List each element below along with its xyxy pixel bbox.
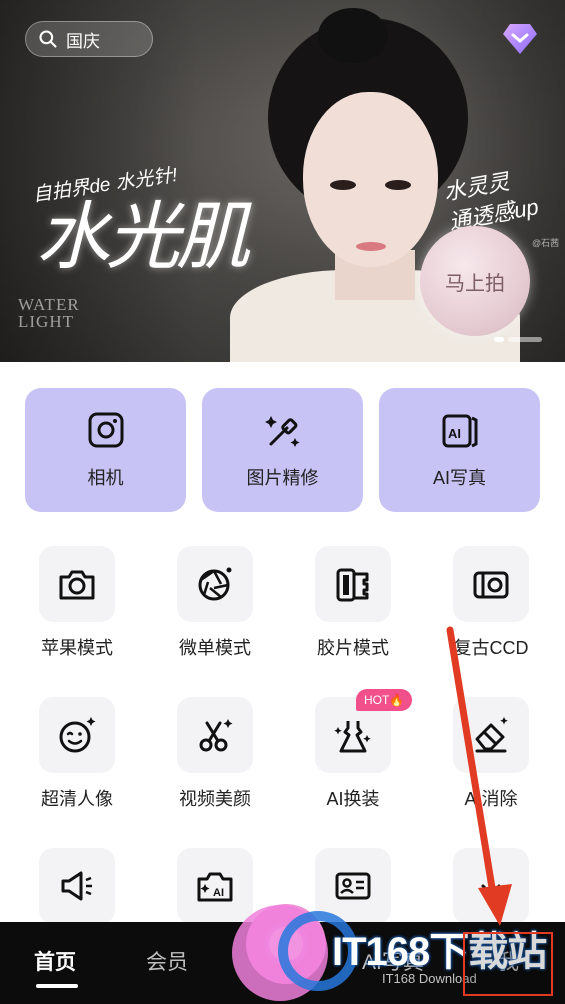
quick-action-label: AI写真 bbox=[432, 468, 486, 488]
tool-ai-outfit[interactable]: AI换装 bbox=[303, 697, 403, 811]
tool-retro-ccd[interactable]: 复古CCD bbox=[441, 546, 541, 660]
tool-tile bbox=[177, 546, 253, 622]
banner-model-eye bbox=[330, 180, 356, 190]
tool-tile bbox=[453, 546, 529, 622]
banner-model-lip bbox=[356, 242, 386, 251]
tool-tile bbox=[315, 546, 391, 622]
quick-action-camera[interactable]: 相机 bbox=[25, 388, 186, 512]
tool-tile: AI bbox=[177, 848, 253, 924]
banner-watermark-text: WATER LIGHT bbox=[18, 296, 80, 330]
carousel-dot bbox=[508, 337, 542, 342]
search-bar[interactable]: 国庆 bbox=[25, 21, 153, 57]
svg-text:AI: AI bbox=[213, 887, 224, 899]
aperture-icon bbox=[198, 567, 232, 601]
tool-video-beauty[interactable]: 视频美颜 bbox=[165, 697, 265, 811]
banner-model-bun bbox=[318, 8, 388, 63]
tool-label: 超清人像 bbox=[41, 789, 113, 809]
carousel-dot-active bbox=[494, 337, 504, 342]
hero-banner[interactable]: 国庆 自拍界de 水光针! 水光肌 WATER LIGHT 水灵灵 通透感up … bbox=[0, 0, 565, 362]
megaphone-icon bbox=[61, 871, 92, 901]
scissors-icon bbox=[199, 719, 233, 752]
camera-icon bbox=[88, 412, 123, 448]
tool-mirrorless-mode[interactable]: 微单模式 bbox=[165, 546, 265, 660]
tool-partial-1[interactable] bbox=[27, 848, 127, 924]
camera-icon bbox=[59, 570, 95, 600]
tool-tile bbox=[177, 697, 253, 773]
eraser-icon bbox=[475, 717, 508, 753]
tool-tile bbox=[453, 697, 529, 773]
tool-label: 复古CCD bbox=[453, 638, 529, 658]
carousel-indicator bbox=[494, 337, 542, 342]
tool-tile bbox=[315, 848, 391, 924]
id-card-icon bbox=[335, 872, 371, 900]
tool-tile bbox=[39, 848, 115, 924]
banner-model-eye bbox=[385, 180, 411, 190]
nav-camera-button[interactable] bbox=[246, 904, 326, 984]
tool-hd-portrait[interactable]: 超清人像 bbox=[27, 697, 127, 811]
quick-action-label: 图片精修 bbox=[246, 468, 319, 488]
banner-model-face bbox=[303, 92, 438, 267]
dress-icon bbox=[334, 721, 371, 753]
tool-partial-3[interactable] bbox=[303, 848, 403, 924]
tool-partial-2[interactable]: AI bbox=[165, 848, 265, 924]
tool-tile bbox=[39, 546, 115, 622]
download-icon bbox=[481, 884, 501, 896]
watermark-line: LIGHT bbox=[18, 312, 74, 331]
quick-action-retouch[interactable]: 图片精修 bbox=[202, 388, 363, 512]
tool-label: 苹果模式 bbox=[41, 638, 113, 658]
svg-text:AI: AI bbox=[448, 426, 461, 441]
tool-tile bbox=[453, 848, 529, 924]
nav-home[interactable]: 首页 bbox=[34, 946, 76, 976]
face-icon bbox=[59, 717, 96, 753]
shutter-icon bbox=[264, 922, 308, 966]
retro-camera-icon bbox=[473, 571, 509, 599]
nav-vip[interactable]: 会员 bbox=[146, 946, 188, 976]
nav-active-indicator bbox=[36, 984, 78, 988]
tool-label: 胶片模式 bbox=[317, 638, 389, 658]
tool-partial-4[interactable] bbox=[441, 848, 541, 924]
tool-label: AI换装 bbox=[326, 789, 380, 809]
tool-tile bbox=[39, 697, 115, 773]
photo-credit: @石茜 bbox=[532, 238, 560, 248]
nav-ai-portrait[interactable]: AI写真 bbox=[362, 946, 424, 976]
shoot-now-button[interactable]: 马上拍 bbox=[420, 226, 530, 336]
tool-film-mode[interactable]: 胶片模式 bbox=[303, 546, 403, 660]
tool-label: 微单模式 bbox=[179, 638, 251, 658]
ai-portrait-icon: AI bbox=[442, 414, 477, 448]
film-icon bbox=[336, 568, 369, 602]
magic-wand-icon bbox=[264, 416, 299, 447]
banner-title: 水光肌 bbox=[36, 194, 250, 280]
tool-ai-erase[interactable]: AI消除 bbox=[441, 697, 541, 811]
annotation-highlight-box bbox=[463, 932, 553, 996]
tool-label: 视频美颜 bbox=[179, 789, 251, 809]
quick-actions: 相机 图片精修 AI AI写真 bbox=[25, 388, 540, 512]
hot-badge: HOT🔥 bbox=[356, 689, 413, 711]
watermark-line: WATER bbox=[18, 295, 80, 314]
search-icon bbox=[39, 30, 57, 48]
tool-label: AI消除 bbox=[464, 789, 518, 809]
vip-gem-icon[interactable] bbox=[502, 22, 538, 56]
quick-action-ai-portrait[interactable]: AI AI写真 bbox=[379, 388, 540, 512]
tool-apple-mode[interactable]: 苹果模式 bbox=[27, 546, 127, 660]
search-text: 国庆 bbox=[66, 31, 100, 51]
ai-camera-icon: AI bbox=[197, 872, 233, 902]
quick-action-label: 相机 bbox=[87, 468, 124, 488]
